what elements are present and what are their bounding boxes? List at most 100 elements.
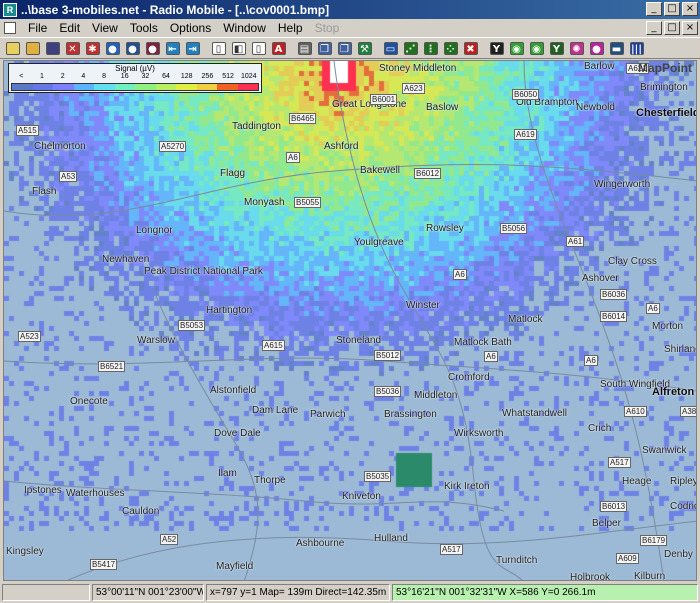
paste-button[interactable]: ❐ xyxy=(335,39,354,57)
legend-colorbar xyxy=(11,83,259,91)
tools-button[interactable]: ⚒ xyxy=(355,39,374,57)
print-button[interactable]: ▤ xyxy=(295,39,314,57)
save-button[interactable] xyxy=(43,39,62,57)
road-shield: B5056 xyxy=(500,223,528,234)
menu-view[interactable]: View xyxy=(86,21,124,35)
combined-coverage-button[interactable]: ✺ xyxy=(567,39,586,57)
legend-swatch xyxy=(196,84,217,90)
status-empty xyxy=(2,584,90,601)
move-right-button[interactable]: ⇥ xyxy=(183,39,202,57)
legend-swatch xyxy=(32,84,53,90)
road-shield: B6013 xyxy=(600,501,628,512)
road-shield: A615 xyxy=(262,340,285,351)
road-shield: B6521 xyxy=(98,361,126,372)
new-icon xyxy=(5,41,20,55)
road-shield: B5417 xyxy=(90,559,118,570)
legend-tick: 64 xyxy=(162,73,170,80)
polar-coverage-button[interactable]: Y xyxy=(547,39,566,57)
open-folder-button[interactable] xyxy=(23,39,42,57)
mdi-close-button[interactable]: × xyxy=(682,21,698,35)
menu-options[interactable]: Options xyxy=(164,21,217,35)
legend-tick: 512 xyxy=(222,73,234,80)
menu-tools[interactable]: Tools xyxy=(124,21,164,35)
legend-ticks: <1 2 4 8 16 32 64 128 256 512 1024 xyxy=(11,73,259,83)
menu-edit[interactable]: Edit xyxy=(53,21,86,35)
legend-swatch xyxy=(73,84,94,90)
acrobat-button[interactable]: A xyxy=(269,39,288,57)
legend-tick: 1024 xyxy=(240,73,257,80)
road-shield: A52 xyxy=(160,534,179,545)
close-button[interactable]: × xyxy=(682,2,698,16)
grid-button[interactable]: ⋮ xyxy=(421,39,440,57)
spectrum-button[interactable]: ||| xyxy=(627,39,646,57)
title-bar: R ..\base 3-mobiles.net - Radio Mobile -… xyxy=(0,0,700,19)
legend-tick: < xyxy=(19,73,24,80)
page-alt-button[interactable]: ▯ xyxy=(249,39,268,57)
mdi-restore-button[interactable]: □ xyxy=(664,21,680,35)
clear-button[interactable]: ✖ xyxy=(461,39,480,57)
menu-window[interactable]: Window xyxy=(217,21,272,35)
network-properties-button[interactable]: ✕ xyxy=(63,39,82,57)
legend-swatch xyxy=(94,84,115,90)
coverage-button[interactable]: ◉ xyxy=(527,39,546,57)
road-shield: A6 xyxy=(286,152,300,163)
document-icon[interactable] xyxy=(4,22,16,34)
legend-title: Signal (µV) xyxy=(115,64,155,73)
legend-tick: 32 xyxy=(141,73,150,80)
grid-icon: ⋮ xyxy=(423,41,438,55)
radio-link-button[interactable]: ◉ xyxy=(507,39,526,57)
dots-button[interactable]: ⁘ xyxy=(441,39,460,57)
page-split-button[interactable]: ◧ xyxy=(229,39,248,57)
road-shield: A5270 xyxy=(159,141,187,152)
globe-button[interactable]: ● xyxy=(103,39,122,57)
road-shield: B6036 xyxy=(600,289,628,300)
road-shield: A517 xyxy=(608,457,631,468)
road-shield: B5055 xyxy=(294,197,322,208)
antenna-button[interactable]: Y xyxy=(487,39,506,57)
mdi-controls: _ □ × xyxy=(646,21,698,35)
coverage-map[interactable]: Stoney MiddletonBarlowBrimingtonGreat Lo… xyxy=(3,60,697,581)
menu-file[interactable]: File xyxy=(22,21,53,35)
copy-button[interactable]: ❐ xyxy=(315,39,334,57)
toolbar: ✕ ✱ ● ● ● ⇤ ⇥ ▯ ◧ ▯ A ▤ ❐ ❐ ⚒ ▭ ⋰ ⋮ ⁘ ✖ Y ◉ ◉ Y ✺ ● ▬ ||| xyxy=(0,37,700,59)
page-alt-icon: ▯ xyxy=(251,41,266,55)
mappoint-watermark: MapPoint xyxy=(638,61,692,75)
minimize-button[interactable]: _ xyxy=(646,2,662,16)
road-shield: B5036 xyxy=(374,386,402,397)
colour-icon: ● xyxy=(589,41,604,55)
road-shield: B5053 xyxy=(178,320,206,331)
open-folder-icon xyxy=(25,41,40,55)
road-shield: A6 xyxy=(484,351,498,362)
move-right-icon: ⇥ xyxy=(185,41,200,55)
window-controls: _ □ × xyxy=(646,2,698,16)
move-left-button[interactable]: ⇤ xyxy=(163,39,182,57)
road-shield: B5012 xyxy=(374,350,402,361)
spectrum-icon: ||| xyxy=(629,41,644,55)
world-map-button[interactable]: ● xyxy=(123,39,142,57)
road-shield: A53 xyxy=(59,171,78,182)
maximize-button[interactable]: □ xyxy=(664,2,680,16)
road-shield: B6179 xyxy=(640,535,668,546)
radio-mobile-icon[interactable]: R xyxy=(3,2,17,17)
select-area-icon: ⋰ xyxy=(403,41,418,55)
colour-button[interactable]: ● xyxy=(587,39,606,57)
menu-help[interactable]: Help xyxy=(272,21,309,35)
unit-properties-button[interactable]: ✱ xyxy=(83,39,102,57)
antenna-icon: Y xyxy=(489,41,504,55)
clear-icon: ✖ xyxy=(463,41,478,55)
copy-icon: ❐ xyxy=(317,41,332,55)
new-button[interactable] xyxy=(3,39,22,57)
window-title: ..\base 3-mobiles.net - Radio Mobile - [… xyxy=(21,2,330,17)
legend-swatch xyxy=(135,84,156,90)
legend-swatch xyxy=(53,84,74,90)
road-shield: A610 xyxy=(624,406,647,417)
road-shield: A619 xyxy=(514,129,537,140)
mdi-minimize-button[interactable]: _ xyxy=(646,21,662,35)
status-bar: 53°00'11"N 001°23'00"W x=797 y=1 Map= 13… xyxy=(0,582,700,603)
road-labels: B6001 A623 A6 2 1 B6050 B6465 A619 A6 B6012 A5270 A… xyxy=(4,61,696,580)
page-button[interactable]: ▯ xyxy=(209,39,228,57)
window-button[interactable]: ▭ xyxy=(381,39,400,57)
earth-button[interactable]: ● xyxy=(143,39,162,57)
graph-button[interactable]: ▬ xyxy=(607,39,626,57)
select-area-button[interactable]: ⋰ xyxy=(401,39,420,57)
